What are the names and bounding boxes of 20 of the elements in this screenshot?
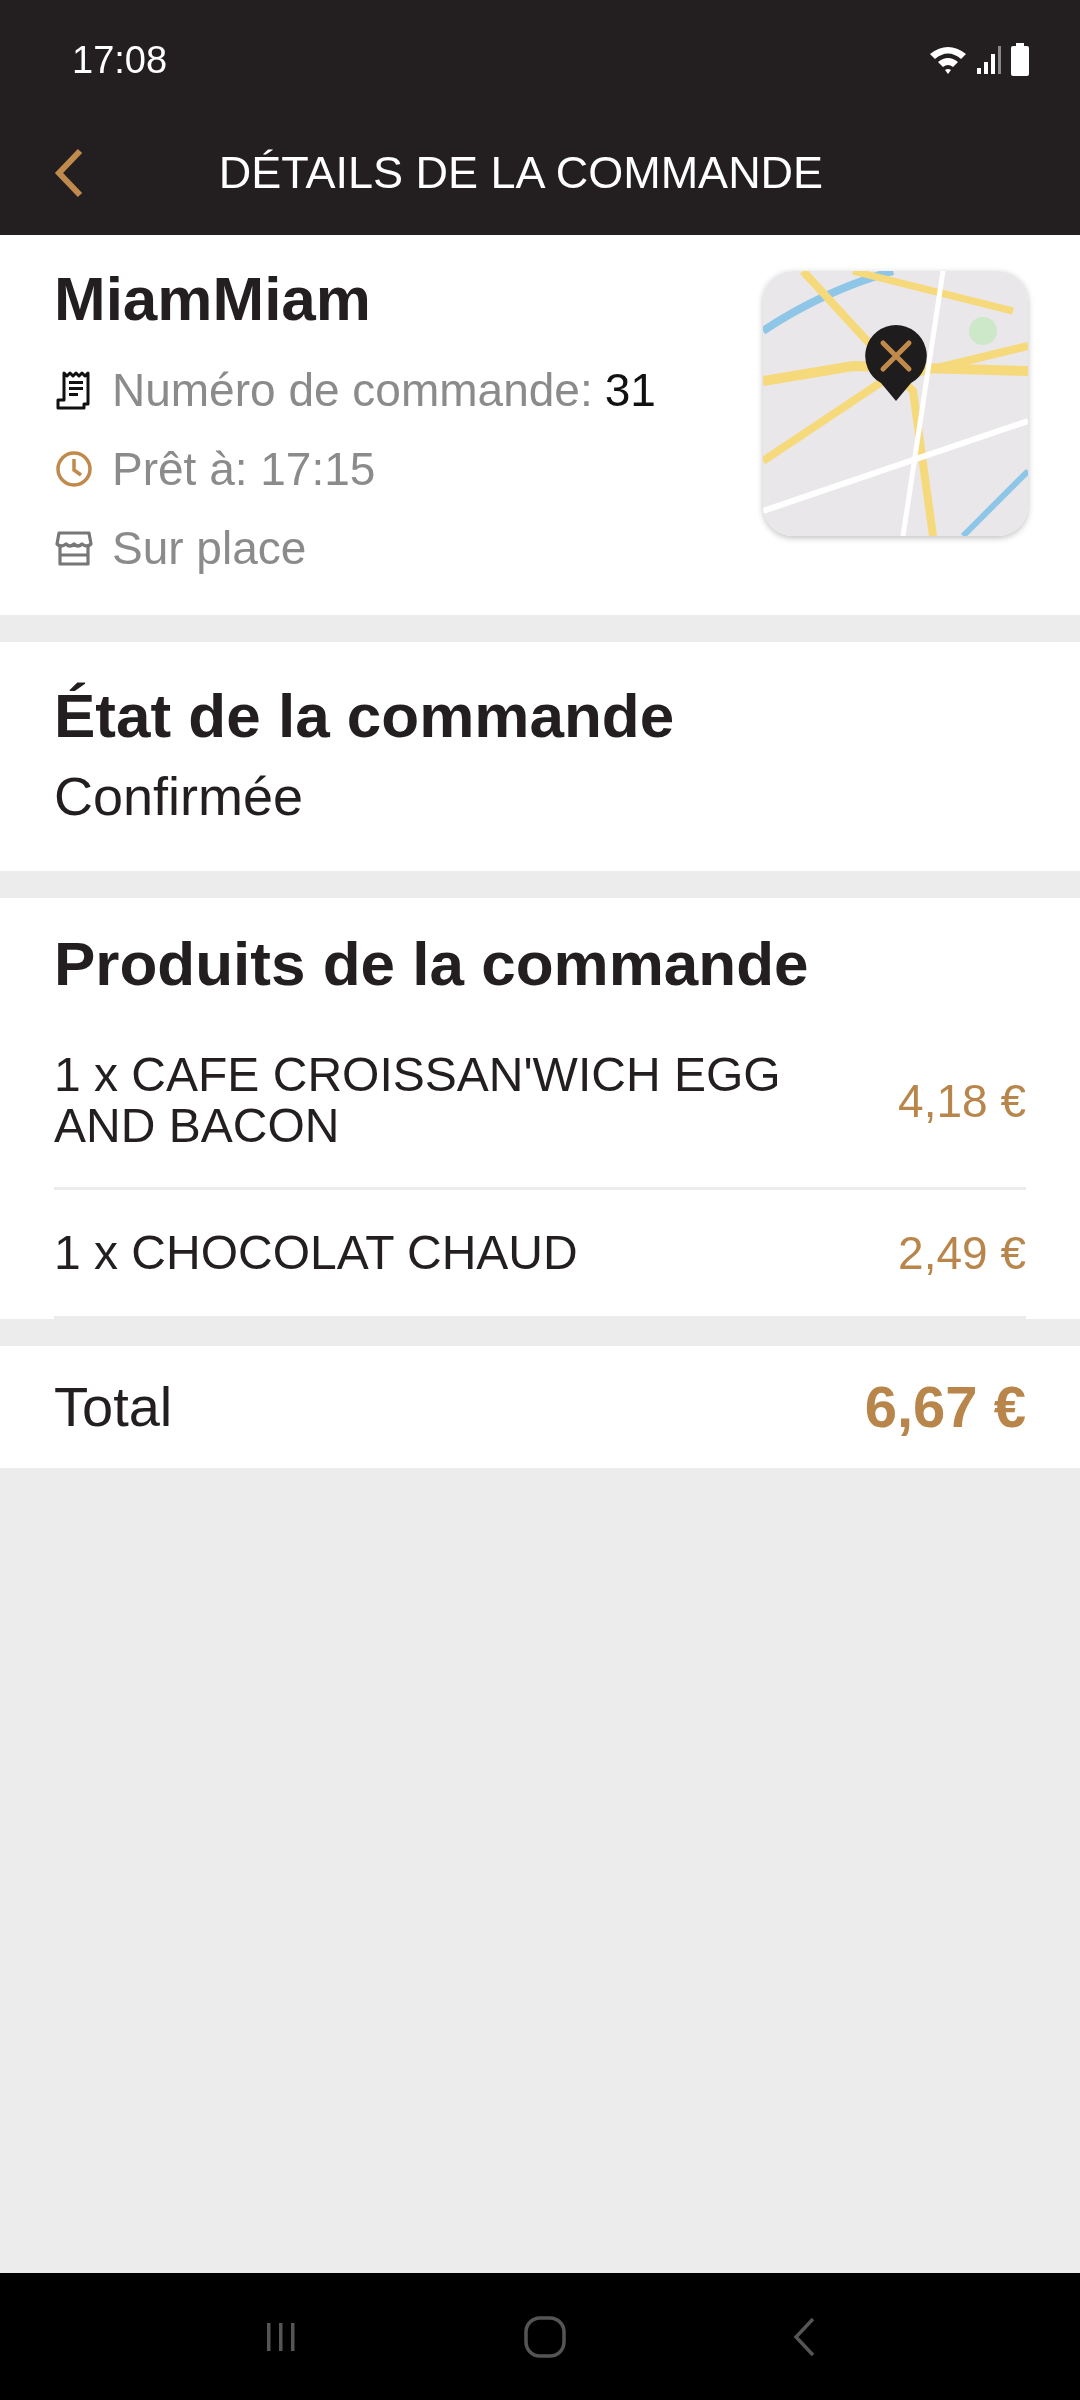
- total-label: Total: [54, 1374, 173, 1440]
- home-icon[interactable]: [522, 2313, 568, 2360]
- product-name: 1 x CHOCOLAT CHAUD: [54, 1227, 579, 1279]
- order-status: Confirmée: [54, 764, 305, 827]
- wifi-icon: [928, 44, 968, 76]
- detail-text: Prêt à: 17:15: [112, 441, 376, 496]
- restaurant-name: MiamMiam: [54, 263, 372, 334]
- total-value: 6,67 €: [864, 1373, 1026, 1441]
- section-heading: Produits de la commande: [54, 927, 810, 1000]
- section-heading: État de la commande: [54, 680, 676, 752]
- clock-icon: [54, 448, 94, 489]
- screen-title: DÉTAILS DE LA COMMANDE: [218, 146, 824, 199]
- product-name: 1 x CAFE CROISSAN'WICH EGG AND BACON: [54, 1050, 782, 1151]
- product-price: 4,18 €: [898, 1073, 1026, 1128]
- detail-text: Numéro de commande: 31: [112, 362, 656, 417]
- product-price: 2,49 €: [898, 1225, 1026, 1280]
- detail-text: Sur place: [112, 520, 307, 575]
- status-time: 17:08: [72, 38, 168, 82]
- signal-icon: [976, 44, 1002, 76]
- battery-icon: [1010, 43, 1030, 77]
